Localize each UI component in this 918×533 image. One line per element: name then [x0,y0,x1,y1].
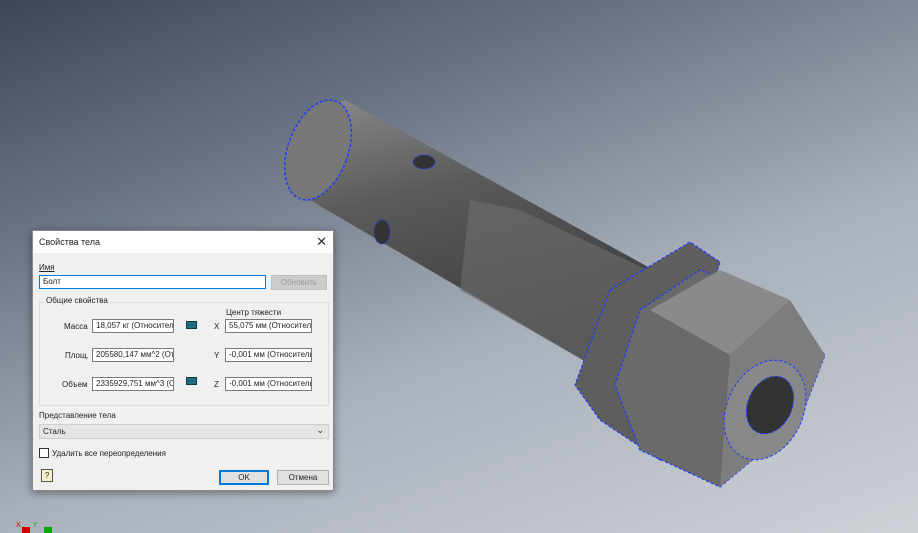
y-axis-label: Y [32,522,38,529]
calculator-icon[interactable] [186,321,197,329]
axis-labels: XY [16,522,37,529]
delete-overrides-checkbox[interactable] [39,448,49,458]
bolt-model[interactable] [272,91,826,488]
mass-label: Масса [64,322,88,331]
y-label: Y [214,351,220,360]
volume-field[interactable]: 2335929,751 мм^3 (О [92,377,174,391]
name-input[interactable]: Болт [39,275,266,289]
cancel-button[interactable]: Отмена [277,470,329,485]
area-field[interactable]: 205580,147 мм^2 (От [92,348,174,362]
dialog-titlebar[interactable]: Свойства тела ✕ [33,231,333,253]
center-z-field[interactable]: -0,001 мм (Относителы [225,377,312,391]
x-axis-label: X [16,522,21,529]
volume-label: Объем [62,380,88,389]
general-properties-label: Общие свойства [44,296,110,305]
delete-overrides-label[interactable]: Удалить все переопределения [52,449,166,458]
z-label: Z [214,380,219,389]
body-properties-dialog: Свойства тела ✕ Имя Болт Обновить Общие … [32,230,334,491]
center-y-field[interactable]: -0,001 мм (Относителы [225,348,312,362]
name-label: Имя [39,263,55,272]
center-x-field[interactable]: 55,075 мм (Относитель [225,319,312,333]
close-icon[interactable]: ✕ [316,234,327,250]
center-of-gravity-label: Центр тяжести [226,308,282,317]
representation-label: Представление тела [39,411,116,420]
chevron-down-icon: ⌄ [316,425,324,435]
dialog-title: Свойства тела [39,237,101,247]
representation-value: Сталь [43,427,66,436]
update-button[interactable]: Обновить [271,275,327,290]
ok-button[interactable]: OK [219,470,269,485]
x-label: X [214,322,220,331]
representation-select[interactable]: Сталь ⌄ [39,424,329,439]
mass-field[interactable]: 18,057 кг (Относител [92,319,174,333]
help-icon[interactable]: ? [41,469,53,482]
calculator-icon[interactable] [186,377,197,385]
area-label: Площ. [65,351,89,360]
